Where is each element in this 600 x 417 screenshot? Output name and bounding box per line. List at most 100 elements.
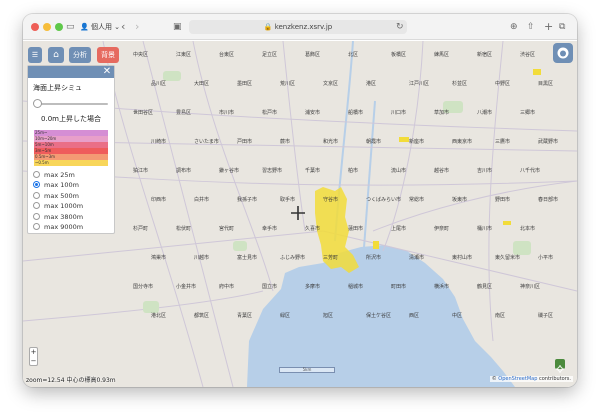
github-icon <box>557 47 569 59</box>
road <box>23 230 324 262</box>
zoom-control: + − <box>29 347 38 366</box>
place-label: 稲城市 <box>348 284 364 290</box>
park <box>233 241 247 251</box>
radio-button[interactable] <box>33 212 40 220</box>
place-label: 墨田区 <box>237 81 253 87</box>
github-button[interactable] <box>553 43 573 63</box>
place-label: 習志野市 <box>262 168 283 174</box>
place-label: さいたま市 <box>194 139 219 145</box>
crosshair-icon <box>291 206 305 220</box>
panel-header[interactable]: ✕ <box>28 66 114 78</box>
forward-icon[interactable]: › <box>135 20 139 34</box>
url-text: kenzkenz.xsrv.jp <box>274 23 333 31</box>
place-label: 国立市 <box>262 284 278 290</box>
home-button[interactable]: ⌂ <box>48 47 64 63</box>
place-label: 渋谷区 <box>520 52 536 58</box>
place-label: 世田谷区 <box>133 110 154 116</box>
profile-label: 個人用 <box>90 23 112 31</box>
place-label: 国分寺市 <box>133 284 154 290</box>
place-label: 杉並区 <box>452 81 468 87</box>
place-label: つくばみらい市 <box>366 197 402 203</box>
zoom-window-button[interactable] <box>55 23 63 31</box>
flood-patch <box>399 137 409 142</box>
place-label: 船橋市 <box>348 110 364 116</box>
sea-level-slider[interactable] <box>34 103 108 105</box>
place-label: 戸田市 <box>237 139 253 145</box>
radio-button[interactable] <box>33 202 40 210</box>
place-label: 東村山市 <box>452 255 473 261</box>
place-label: 中野区 <box>495 81 511 87</box>
share-icon[interactable]: ⇧ <box>527 20 535 34</box>
place-label: ふじみ野市 <box>280 255 306 261</box>
place-label: 三芳町 <box>323 255 339 261</box>
lock-icon: 🔒 <box>263 23 273 31</box>
max-option-label: max 100m <box>44 181 79 190</box>
place-label: 常総市 <box>409 197 425 203</box>
place-label: 中央区 <box>133 52 149 58</box>
home-icon: ⌂ <box>53 50 59 60</box>
place-label: 葛飾区 <box>305 52 321 58</box>
osm-link[interactable]: OpenStreetMap <box>498 376 537 382</box>
minimize-window-button[interactable] <box>43 23 51 31</box>
place-label: 吉川市 <box>477 168 493 174</box>
place-label: 三郷市 <box>520 110 536 116</box>
place-label: 富士見市 <box>237 255 258 261</box>
place-label: 豊島区 <box>176 110 192 116</box>
background-button[interactable]: 背景 <box>97 47 119 63</box>
park <box>513 241 531 255</box>
tab-overview-icon[interactable]: ⧉ <box>559 20 565 34</box>
place-label: 台東区 <box>219 52 235 58</box>
place-label: 浦安市 <box>305 110 321 116</box>
locate-icon <box>556 365 564 373</box>
place-label: 文京区 <box>323 81 339 87</box>
place-label: 狛江市 <box>133 168 149 174</box>
place-label: 千葉市 <box>305 168 321 174</box>
place-label: 江東区 <box>176 52 192 58</box>
place-label: 我孫子市 <box>237 197 258 203</box>
zoom-in-button[interactable]: + <box>30 348 37 357</box>
map-view[interactable]: 中央区 江東区 台東区 足立区 葛飾区 北区 板橋区 練馬区 新宿区 渋谷区 品川区 大田区 墨田区 荒川… <box>23 41 577 387</box>
place-label: 上尾市 <box>391 226 407 232</box>
new-tab-icon[interactable]: + <box>544 20 553 34</box>
place-label: 多摩市 <box>305 284 321 290</box>
analysis-button[interactable]: 分析 <box>69 47 91 63</box>
place-label: 松戸市 <box>262 110 278 116</box>
place-label: 坂東市 <box>452 197 468 203</box>
place-label: 和光市 <box>323 139 339 145</box>
locate-button[interactable] <box>555 359 565 373</box>
place-label: 幸手市 <box>262 226 278 232</box>
close-icon[interactable]: ✕ <box>102 66 112 78</box>
radio-button[interactable] <box>33 191 40 199</box>
download-icon[interactable]: ⊕ <box>510 20 518 34</box>
close-window-button[interactable] <box>31 23 39 31</box>
zoom-elevation-info: zoom=12.54 中心の標高0.93m <box>26 377 116 384</box>
max-option-label: max 1000m <box>44 202 84 211</box>
reload-icon[interactable]: ↻ <box>396 20 404 34</box>
place-label: 久喜市 <box>305 226 321 232</box>
place-label: 三鷹市 <box>495 139 511 145</box>
radio-button[interactable] <box>33 181 40 189</box>
elevation-legend: 25m~ 10m~20m 5m~10m 3m~5m 0.5m~3m ~0.5m <box>34 130 108 166</box>
profile-selector[interactable]: 👤 個人用 ⌄ <box>80 21 120 33</box>
place-label: 伊奈町 <box>434 226 450 232</box>
place-label: 印西市 <box>151 197 167 203</box>
place-label: 蕨市 <box>280 139 291 145</box>
map-attribution: © OpenStreetMap contributors. <box>489 376 573 382</box>
place-label: 鶴見区 <box>477 284 493 290</box>
place-label: 港北区 <box>151 313 167 319</box>
title-bar: ▭ 👤 個人用 ⌄ ‹ › ▣ 🔒 kenzkenz.xsrv.jp ↻ ⊕ ⇧… <box>23 14 577 40</box>
menu-button[interactable]: ☰ <box>28 47 42 63</box>
back-icon[interactable]: ‹ <box>121 20 125 34</box>
address-bar[interactable]: 🔒 kenzkenz.xsrv.jp ↻ <box>189 20 407 34</box>
radio-button[interactable] <box>33 171 40 178</box>
place-label: 新座市 <box>409 139 425 145</box>
radio-button[interactable] <box>33 223 40 230</box>
zoom-out-button[interactable]: − <box>30 357 37 366</box>
max-option-label: max 500m <box>44 191 79 200</box>
place-label: 保土ケ谷区 <box>366 313 392 319</box>
sidebar-toggle-icon[interactable]: ▭ <box>66 20 75 34</box>
place-label: 守谷市 <box>323 197 339 203</box>
place-label: 東久留米市 <box>495 255 521 261</box>
place-label: 小金井市 <box>176 284 197 290</box>
slider-handle[interactable] <box>33 99 42 108</box>
